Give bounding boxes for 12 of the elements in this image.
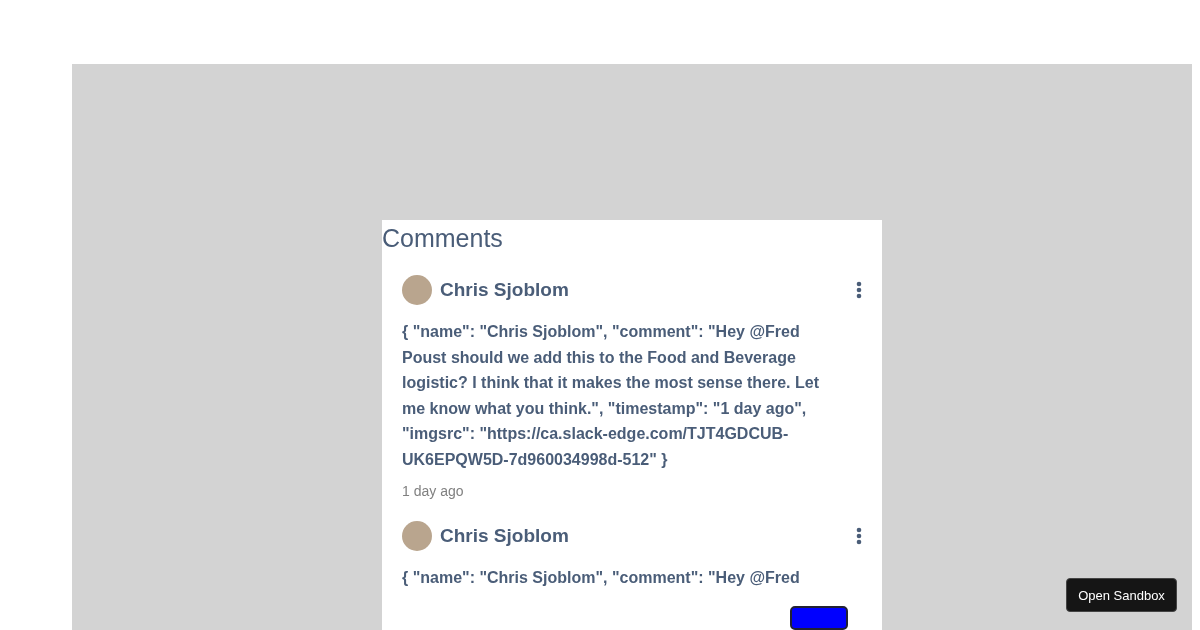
action-button[interactable] — [790, 606, 848, 630]
comment-text: { "name": "Chris Sjoblom", "comment": "Hey @Fred Poust should we add this to the Food and Beverage logistic? I think that it makes the most sense there. Let me know what you think.", "timestamp": "1 day ago", "imgsrc": "https://ca.slack-edge.com/TJT4GDCUB-UK6EPQW5D-7d960034998d-512" } — [402, 322, 820, 470]
comment-text: { "name": "Chris Sjoblom", "comment": "Hey @Fred — [402, 567, 801, 588]
open-sandbox-button[interactable]: Open Sandbox — [1066, 578, 1177, 612]
avatar — [402, 275, 432, 305]
avatar — [402, 520, 432, 551]
panel-title: Comments — [382, 223, 504, 254]
more-options-icon[interactable] — [856, 526, 862, 545]
timestamp: 1 day ago — [402, 481, 465, 501]
author-name: Chris Sjoblom — [440, 279, 570, 301]
author-name: Chris Sjoblom — [440, 524, 570, 547]
more-options-icon[interactable] — [856, 281, 862, 299]
